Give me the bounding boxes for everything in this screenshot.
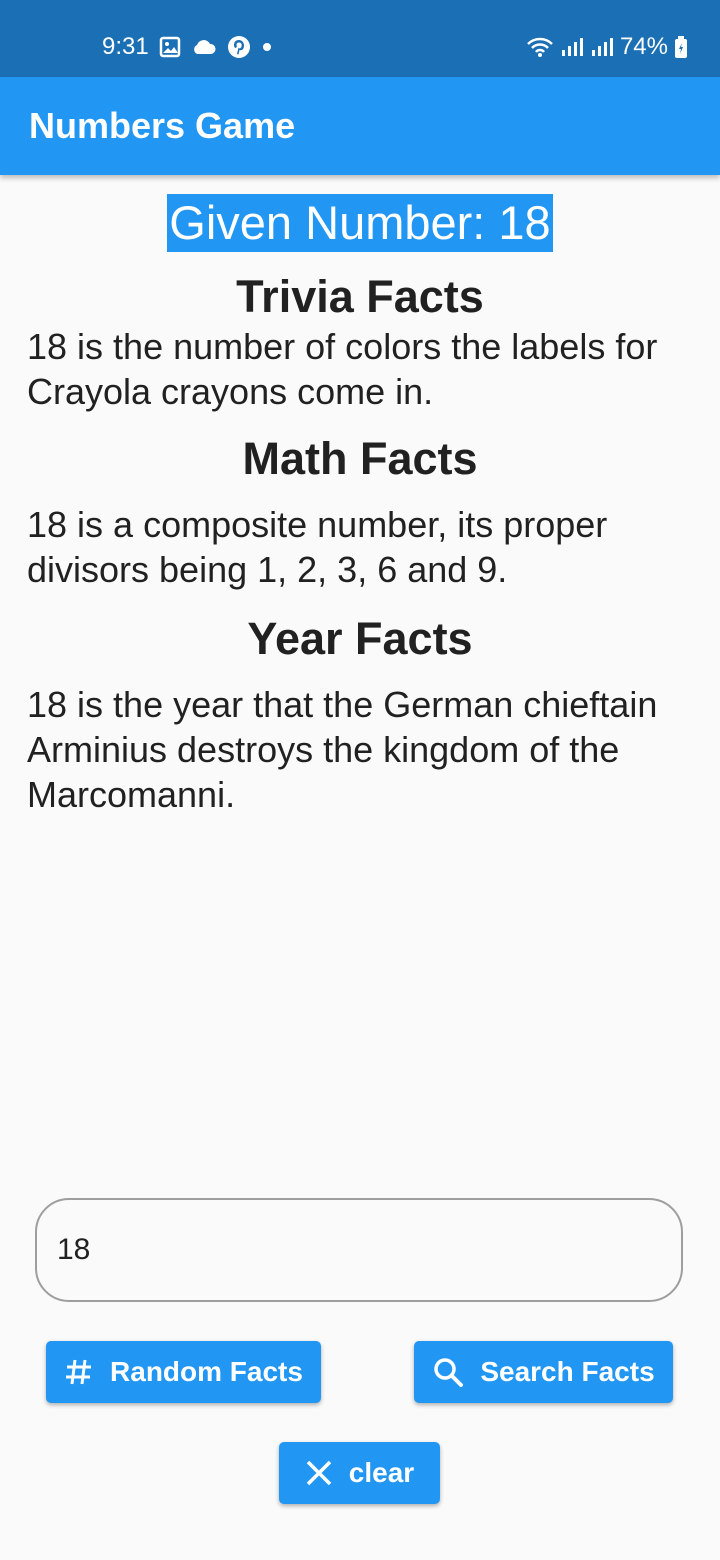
- random-facts-label: Random Facts: [110, 1356, 303, 1387]
- clear-label: clear: [348, 1457, 415, 1488]
- signal-icon: [560, 36, 584, 58]
- status-time: 9:31: [102, 33, 149, 60]
- clear-button[interactable]: clear: [279, 1442, 440, 1504]
- status-left: 9:31: [102, 30, 273, 64]
- status-bar: 9:31 74%: [0, 0, 720, 77]
- year-text: 18 is the year that the German chieftain…: [27, 684, 658, 815]
- year-heading: Year Facts: [247, 613, 473, 664]
- given-number-row: Given Number: 18: [0, 194, 720, 252]
- math-heading: Math Facts: [242, 433, 478, 484]
- gallery-icon: [159, 36, 181, 58]
- random-facts-button[interactable]: Random Facts: [46, 1341, 321, 1403]
- dot-icon: [261, 41, 273, 53]
- battery-icon: [674, 35, 688, 59]
- app-title: Numbers Game: [29, 105, 296, 146]
- hashtag-icon: [64, 1357, 94, 1387]
- trivia-heading: Trivia Facts: [236, 271, 484, 322]
- trivia-text: 18 is the number of colors the labels fo…: [27, 326, 658, 412]
- search-icon: [432, 1356, 464, 1388]
- app-bar: Numbers Game: [0, 77, 720, 175]
- battery-percent: 74%: [619, 33, 668, 60]
- search-facts-label: Search Facts: [480, 1356, 655, 1387]
- signal-icon: [590, 36, 614, 58]
- close-icon: [305, 1459, 333, 1487]
- status-right: 74%: [526, 30, 688, 64]
- given-number: Given Number: 18: [167, 194, 553, 252]
- math-text: 18 is a composite number, its proper div…: [27, 504, 608, 590]
- wifi-icon: [526, 35, 554, 59]
- pinterest-icon: [227, 35, 251, 59]
- cloud-icon: [191, 37, 217, 57]
- number-input[interactable]: [35, 1198, 683, 1302]
- search-facts-button[interactable]: Search Facts: [414, 1341, 673, 1403]
- facts-content: Given Number: 18 Trivia Facts 18 is the …: [0, 175, 720, 817]
